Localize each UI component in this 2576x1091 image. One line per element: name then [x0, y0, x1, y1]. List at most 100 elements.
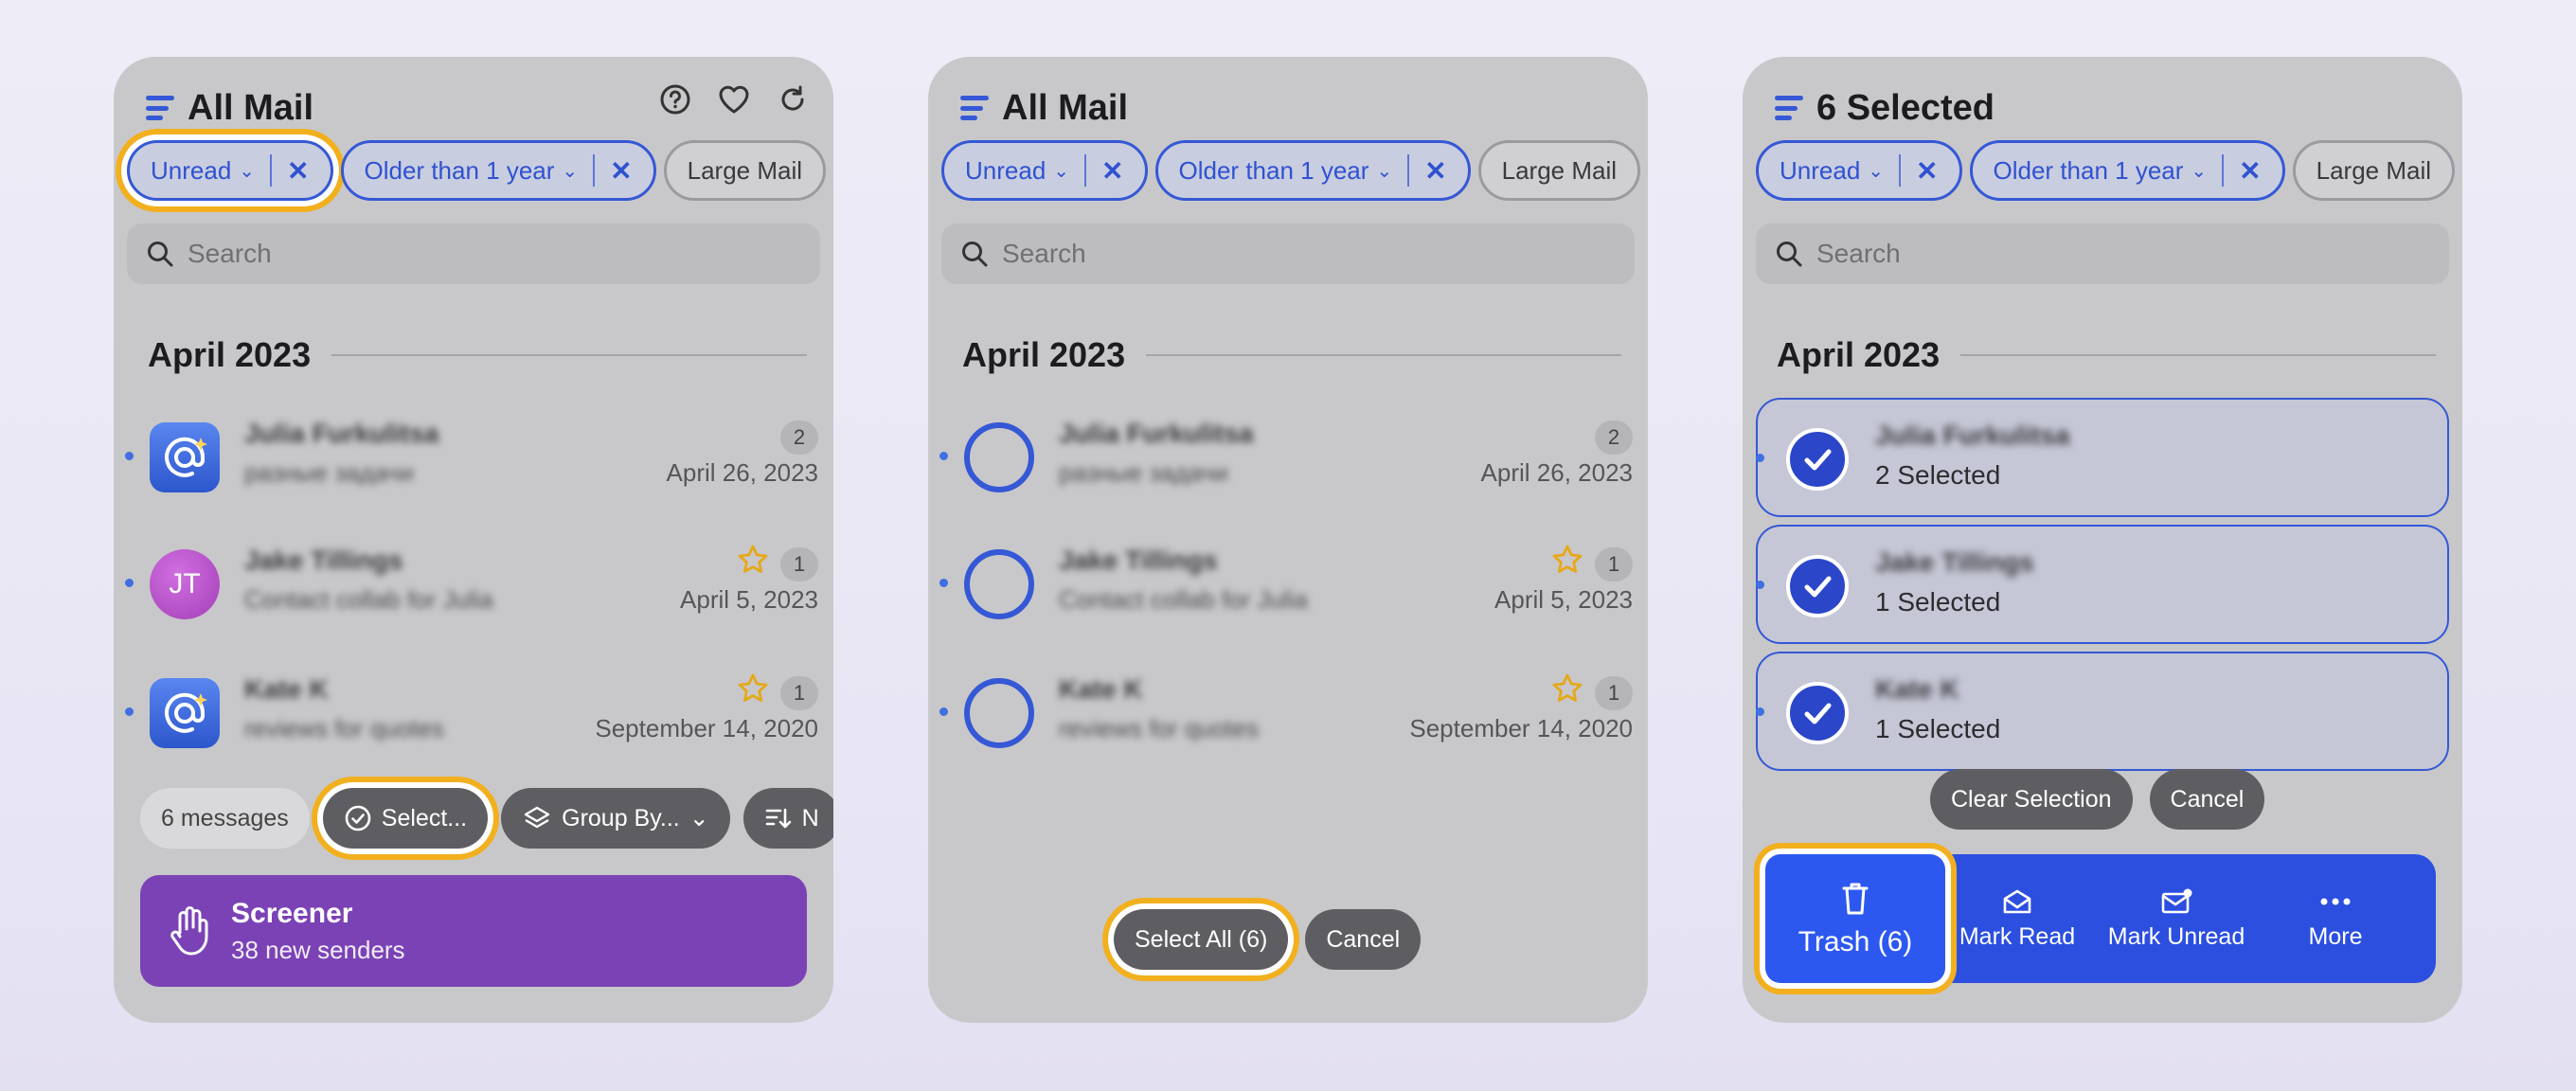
unread-filter-chip[interactable]: Unread ⌄ ✕ [941, 140, 1148, 201]
large-mail-chip[interactable]: Large Mail [1477, 140, 1641, 201]
search-input[interactable]: Search [1756, 224, 2449, 284]
mark-read-button[interactable]: Mark Read [1938, 887, 2097, 951]
select-all-button[interactable]: Select All (6) [1114, 909, 1289, 970]
subject: разные задачи [1059, 458, 1228, 487]
group-by-button[interactable]: Group By... ⌄ [501, 788, 730, 849]
trash-button[interactable]: Trash (6) [1765, 854, 1945, 983]
large-mail-chip[interactable]: Large Mail [2292, 140, 2456, 201]
unread-dot [1756, 707, 1764, 716]
selection-toolbar: Select All (6) Cancel [1114, 909, 1422, 970]
selected-list-item[interactable]: Kate K 1 Selected [1756, 652, 2449, 771]
selected-count: 1 Selected [1875, 714, 2001, 743]
selection-circle[interactable] [964, 422, 1034, 492]
unread-dot [939, 452, 948, 460]
close-icon[interactable]: ✕ [1101, 155, 1123, 187]
close-icon[interactable]: ✕ [610, 155, 632, 187]
selection-circle[interactable] [964, 549, 1034, 619]
message-count: 1 [1595, 676, 1633, 710]
message-count: 1 [1595, 547, 1633, 581]
search-input[interactable]: Search [127, 224, 820, 284]
section-title: April 2023 [1777, 335, 1941, 374]
date: September 14, 2020 [595, 714, 818, 742]
page-title: All Mail [1002, 87, 1129, 128]
mail-panel-filter: All Mail Unread ⌄ ✕ Older than 1 year ⌄ ✕ La… [114, 57, 833, 1023]
close-icon[interactable]: ✕ [287, 155, 309, 187]
star-icon[interactable] [737, 672, 769, 705]
selected-list-item[interactable]: Julia Furkulitsa 2 Selected [1756, 398, 2449, 517]
list-item[interactable]: Julia Furkulitsa разные задачи 2 April 2… [125, 398, 820, 515]
selected-list-item[interactable]: Jake Tillings 1 Selected [1756, 525, 2449, 644]
chevron-down-icon: ⌄ [1053, 160, 1070, 182]
close-icon[interactable]: ✕ [2239, 155, 2261, 187]
sort-icon [765, 808, 791, 829]
unread-dot [1756, 581, 1764, 589]
large-mail-chip[interactable]: Large Mail [663, 140, 827, 201]
older-filter-chip[interactable]: Older than 1 year ⌄ ✕ [1969, 140, 2285, 201]
sender-name: Julia Furkulitsa [1875, 420, 2070, 450]
chevron-down-icon: ⌄ [1376, 160, 1393, 182]
clear-selection-button[interactable]: Clear Selection [1930, 769, 2133, 830]
list-item[interactable]: Kate K reviews for quotes 1 September 14… [939, 653, 1635, 771]
unread-dot [939, 707, 948, 716]
layers-icon [524, 806, 550, 829]
list-item[interactable]: JT Jake Tillings Contact collab for Juli… [125, 525, 820, 642]
close-icon[interactable]: ✕ [1424, 155, 1446, 187]
star-icon[interactable] [1551, 544, 1583, 576]
ellipsis-icon [2320, 898, 2351, 904]
list-item[interactable]: Julia Furkulitsa разные задачи 2 April 2… [939, 398, 1635, 515]
message-count: 2 [1595, 420, 1633, 455]
avatar: JT [150, 549, 220, 619]
unread-filter-chip[interactable]: Unread ⌄ ✕ [127, 140, 333, 201]
sender-name: Jake Tillings [1875, 547, 2034, 577]
message-count: 1 [780, 547, 818, 581]
header: 6 Selected [1775, 80, 1995, 136]
screener-banner[interactable]: Screener 38 new senders [140, 875, 807, 987]
section-title: April 2023 [148, 335, 312, 374]
list-item[interactable]: Jake Tillings Contact collab for Julia 1… [939, 525, 1635, 642]
mail-panel-select-mode: All Mail Unread ⌄ ✕ Older than 1 year ⌄ ✕ La… [928, 57, 1648, 1023]
older-filter-chip[interactable]: Older than 1 year ⌄ ✕ [340, 140, 656, 201]
subject: Contact collab for Julia [1059, 585, 1309, 614]
list-item[interactable]: Kate K reviews for quotes 1 September 14… [125, 653, 820, 771]
select-button[interactable]: Select... [322, 788, 489, 849]
sender-name: Julia Furkulitsa [244, 419, 439, 448]
unread-dot [1756, 454, 1764, 462]
checkmark-icon[interactable] [1786, 428, 1849, 491]
more-button[interactable]: More [2256, 887, 2415, 951]
help-icon[interactable] [657, 81, 693, 117]
page-title: 6 Selected [1816, 87, 1995, 128]
selection-controls: Clear Selection Cancel [1930, 769, 2265, 830]
menu-icon[interactable] [960, 96, 989, 120]
star-icon[interactable] [1551, 672, 1583, 705]
mail-app-icon [150, 678, 220, 748]
checkmark-icon[interactable] [1786, 682, 1849, 744]
search-icon [1777, 241, 1802, 267]
unread-dot [125, 452, 134, 460]
heart-icon[interactable] [716, 81, 752, 117]
section-title: April 2023 [962, 335, 1126, 374]
checkmark-icon[interactable] [1786, 555, 1849, 617]
older-filter-chip[interactable]: Older than 1 year ⌄ ✕ [1154, 140, 1471, 201]
selection-circle[interactable] [964, 678, 1034, 748]
sort-button[interactable]: N [742, 788, 833, 849]
subject: разные задачи [244, 458, 414, 487]
search-input[interactable]: Search [941, 224, 1635, 284]
refresh-icon[interactable] [775, 81, 811, 117]
mark-unread-button[interactable]: Mark Unread [2097, 887, 2256, 951]
unread-filter-chip[interactable]: Unread ⌄ ✕ [1756, 140, 1962, 201]
unread-dot [125, 579, 134, 587]
search-placeholder: Search [1002, 239, 1086, 268]
cancel-button[interactable]: Cancel [2149, 769, 2265, 830]
chip-label: Older than 1 year [1993, 155, 2184, 185]
menu-icon[interactable] [146, 96, 174, 120]
chip-label: Older than 1 year [1178, 155, 1369, 185]
chip-label: Unread [151, 155, 232, 185]
cancel-button[interactable]: Cancel [1305, 909, 1422, 970]
mark-read-label: Mark Read [1959, 922, 2076, 950]
search-icon [962, 241, 988, 267]
menu-icon[interactable] [1775, 96, 1803, 120]
star-icon[interactable] [737, 544, 769, 576]
sender-name: Kate K [1059, 674, 1143, 704]
close-icon[interactable]: ✕ [1916, 155, 1938, 187]
subject: Contact collab for Julia [244, 585, 494, 614]
